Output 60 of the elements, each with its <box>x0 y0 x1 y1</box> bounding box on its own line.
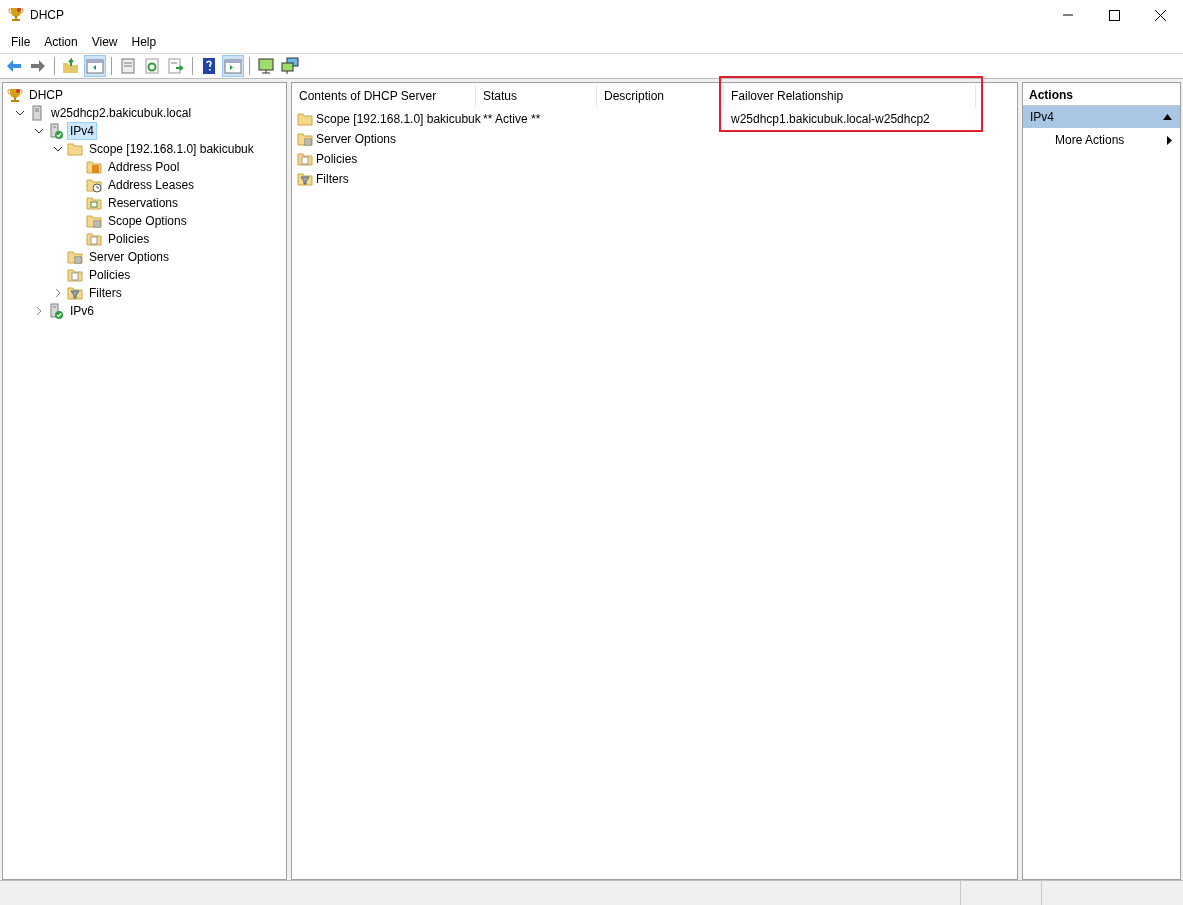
tree-item[interactable]: DHCP <box>26 86 66 104</box>
trophy-icon <box>7 87 23 103</box>
tree-item[interactable]: IPv4 <box>67 122 97 140</box>
folder-pool-icon <box>86 159 102 175</box>
tree-item[interactable]: Reservations <box>105 194 182 212</box>
folder-clock-icon <box>86 177 102 193</box>
folder-list-icon <box>86 213 102 229</box>
tree-item[interactable]: Address Leases <box>105 176 198 194</box>
tree-item[interactable]: w25dhcp2.bakicubuk.local <box>48 104 195 122</box>
folder-list-icon <box>67 249 83 265</box>
tree-item[interactable]: Scope [192.168.1.0] bakicubuk <box>86 140 257 158</box>
server-icon <box>29 105 45 121</box>
help-icon <box>200 57 218 75</box>
menu-item[interactable]: Help <box>124 34 164 49</box>
monitors-icon <box>281 57 299 75</box>
monitor-icon <box>257 57 275 75</box>
folder-up-icon <box>62 57 80 75</box>
maximize-icon[interactable] <box>1108 9 1120 21</box>
menu-item[interactable]: Action <box>37 34 85 49</box>
list-item[interactable]: Scope [192.168.1.0] bakicubuk <box>316 112 481 126</box>
column-header[interactable]: Contents of DHCP Server <box>292 85 476 107</box>
forward-arrow-icon <box>29 57 47 75</box>
server-check-icon <box>48 123 64 139</box>
folder-document-icon <box>67 267 83 283</box>
window-title: DHCP <box>30 8 64 22</box>
refresh-icon <box>143 57 161 75</box>
properties-icon <box>119 57 137 75</box>
folder-document-icon <box>86 231 102 247</box>
tree-item[interactable]: Policies <box>105 230 153 248</box>
actions-section-header[interactable]: IPv4 <box>1023 106 1180 128</box>
folder-funnel-icon <box>297 171 313 187</box>
folder-list-icon <box>297 131 313 147</box>
action-item[interactable]: More Actions <box>1023 128 1180 152</box>
folder-funnel-icon <box>67 285 83 301</box>
list-item[interactable]: Policies <box>316 152 358 166</box>
tree-pane-icon <box>86 57 104 75</box>
toolbar-button[interactable] <box>255 55 277 77</box>
menu-item[interactable]: File <box>4 34 38 49</box>
list-item[interactable]: Server Options <box>316 132 397 146</box>
tree-item[interactable]: Scope Options <box>105 212 190 230</box>
tree-item[interactable]: Server Options <box>86 248 173 266</box>
folder-icon <box>297 111 313 127</box>
close-icon[interactable] <box>1154 9 1166 21</box>
list-item[interactable]: Filters <box>316 172 349 186</box>
tree-item[interactable]: Policies <box>86 266 134 284</box>
action-pane-icon <box>224 57 242 75</box>
tree-item[interactable]: Address Pool <box>105 158 183 176</box>
column-header[interactable]: Failover Relationship <box>724 85 976 107</box>
server-check-icon <box>48 303 64 319</box>
list-cell-text: w25dhcp1.bakicubuk.local-w25dhcp2 <box>730 112 931 126</box>
folder-document-icon <box>297 151 313 167</box>
column-header[interactable]: Description <box>597 85 724 107</box>
menu-item[interactable]: View <box>84 34 125 49</box>
tree-item[interactable]: Filters <box>86 284 125 302</box>
column-header[interactable]: Status <box>476 85 597 107</box>
trophy-icon <box>8 5 24 22</box>
toolbar-button[interactable] <box>279 55 301 77</box>
folder-grid-icon <box>86 195 102 211</box>
tree-item[interactable]: IPv6 <box>67 302 97 320</box>
export-list-icon <box>167 57 185 75</box>
